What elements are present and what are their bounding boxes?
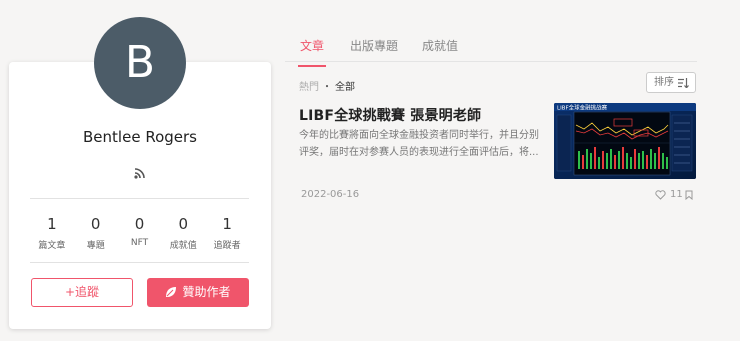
- leaf-icon: [166, 287, 177, 297]
- sponsor-button[interactable]: 贊助作者: [147, 278, 249, 307]
- stat-value: 0: [90, 215, 101, 233]
- stat-value: 0: [134, 215, 145, 233]
- stat-nft[interactable]: 0 NFT: [118, 215, 162, 251]
- sponsor-label: 贊助作者: [182, 285, 231, 299]
- sort-label: 排序: [654, 77, 674, 88]
- article-thumbnail[interactable]: LIBF全球金融挑战赛: [554, 103, 696, 179]
- stat-achievement[interactable]: 0 成就值: [161, 215, 205, 251]
- divider: [30, 262, 249, 263]
- article-date: 2022-06-16: [301, 189, 360, 200]
- stat-value: 1: [47, 215, 57, 233]
- avatar[interactable]: B: [94, 17, 186, 109]
- rss-icon[interactable]: [134, 167, 146, 179]
- tab-achievements[interactable]: 成就值: [422, 37, 458, 67]
- follow-button[interactable]: +追蹤: [31, 278, 133, 307]
- author-name: Bentlee Rogers: [83, 128, 197, 146]
- filter-all[interactable]: 全部: [335, 82, 355, 93]
- tab-published-topics[interactable]: 出版專題: [350, 37, 398, 67]
- stat-value: 1: [222, 215, 232, 233]
- divider: [30, 198, 249, 199]
- stat-label: NFT: [130, 238, 149, 248]
- sort-button[interactable]: 排序: [646, 72, 696, 93]
- stat-articles[interactable]: 1 篇文章: [30, 215, 74, 251]
- tab-articles[interactable]: 文章: [298, 37, 327, 67]
- sort-icon: [678, 78, 689, 88]
- thumbnail-caption: LIBF全球金融挑战赛: [557, 104, 608, 112]
- stat-label: 追蹤者: [213, 241, 241, 251]
- content-tabs: 文章 出版專題 成就值: [298, 37, 482, 67]
- heart-icon[interactable]: [655, 190, 666, 200]
- tabs-divider: [285, 61, 697, 62]
- stat-label: 專題: [86, 241, 105, 251]
- author-stats: 1 篇文章 0 專題 0 NFT 0 成就值 1 追蹤者: [30, 215, 249, 251]
- stat-topics[interactable]: 0 專題: [74, 215, 118, 251]
- stat-followers[interactable]: 1 追蹤者: [205, 215, 249, 251]
- filter-breadcrumb: 熱門・全部: [299, 78, 355, 93]
- stat-value: 0: [178, 215, 189, 233]
- filter-separator: ・: [322, 82, 332, 93]
- article-excerpt: 今年的比賽將面向全球金融投资者同时举行，并且分别评奖，届时在对参赛人员的表现进行…: [299, 130, 539, 158]
- article-title[interactable]: LIBF全球挑戰賽 張景明老師: [299, 105, 481, 125]
- stat-label: 成就值: [169, 241, 197, 251]
- stat-label: 篇文章: [38, 241, 66, 251]
- bookmark-icon[interactable]: [685, 190, 693, 200]
- filter-hot[interactable]: 熱門: [299, 82, 319, 93]
- like-count: 11: [670, 189, 683, 200]
